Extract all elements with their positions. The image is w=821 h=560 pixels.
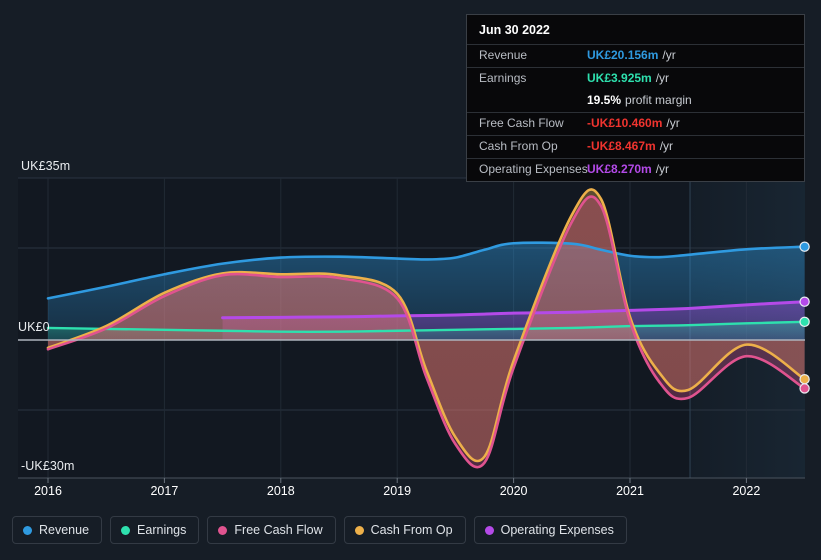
legend-item-label: Earnings — [137, 522, 187, 537]
tooltip-row-value: -UK£8.467m — [587, 139, 656, 153]
tooltip-row-label: Free Cash Flow — [479, 116, 564, 130]
legend-item-label: Revenue — [39, 522, 90, 537]
tooltip-row-value: UK£20.156m — [587, 48, 659, 62]
tooltip-row-value: 19.5% — [587, 93, 622, 107]
legend-color-dot-icon — [218, 525, 228, 535]
legend-item-label: Free Cash Flow — [234, 522, 323, 537]
legend-item-label: Cash From Op — [370, 522, 453, 537]
tooltip-row-value: -UK£10.460m — [587, 116, 663, 130]
legend-item-operating-expenses[interactable]: Operating Expenses — [473, 516, 627, 544]
legend-item-cash-from-op[interactable]: Cash From Op — [343, 516, 466, 544]
tooltip-row-unit: profit margin — [625, 93, 692, 107]
legend-item-earnings[interactable]: Earnings — [110, 516, 200, 544]
tooltip-row-unit: /yr — [655, 162, 670, 176]
tooltip-row: 19.5% profit margin — [467, 90, 804, 112]
tooltip-row: Revenue UK£20.156m/yr — [467, 44, 804, 67]
legend-item-label: Operating Expenses — [500, 522, 614, 537]
tooltip-row-label: Earnings — [479, 71, 527, 85]
tooltip-row-label: Operating Expenses — [479, 162, 588, 176]
data-tooltip: Jun 30 2022 Revenue UK£20.156m/yr Earnings… — [466, 14, 805, 182]
legend-item-free-cash-flow[interactable]: Free Cash Flow — [207, 516, 336, 544]
tooltip-row-label: Cash From Op — [479, 139, 558, 153]
legend-item-revenue[interactable]: Revenue — [12, 516, 103, 544]
legend-color-dot-icon — [354, 525, 364, 535]
tooltip-row-unit: /yr — [659, 139, 674, 153]
tooltip-row-value: UK£3.925m — [587, 71, 652, 85]
tooltip-row: Free Cash Flow -UK£10.460m/yr — [467, 112, 804, 135]
tooltip-date: Jun 30 2022 — [479, 23, 550, 37]
tooltip-row-unit: /yr — [666, 116, 680, 130]
tooltip-row-label: Revenue — [479, 48, 528, 62]
legend-color-dot-icon — [484, 525, 494, 535]
tooltip-row-unit: /yr — [662, 48, 676, 62]
tooltip-row: Cash From Op -UK£8.467m/yr — [467, 135, 804, 158]
legend-color-dot-icon — [121, 525, 131, 535]
chart-legend: Revenue Earnings Free Cash Flow Cash From O… — [12, 516, 627, 544]
tooltip-rows: Revenue UK£20.156m/yr Earnings UK£3.925m/yr… — [467, 44, 804, 181]
tooltip-row: Operating Expenses UK£8.270m/yr — [467, 158, 804, 181]
financial-chart: UK£35m UK£0 -UK£30m 2016 2017 2018 2019 2020… — [0, 0, 821, 560]
tooltip-row: Earnings UK£3.925m/yr — [467, 67, 804, 90]
legend-color-dot-icon — [23, 525, 32, 535]
tooltip-row-unit: /yr — [655, 71, 670, 85]
tooltip-row-value: UK£8.270m — [587, 162, 652, 176]
